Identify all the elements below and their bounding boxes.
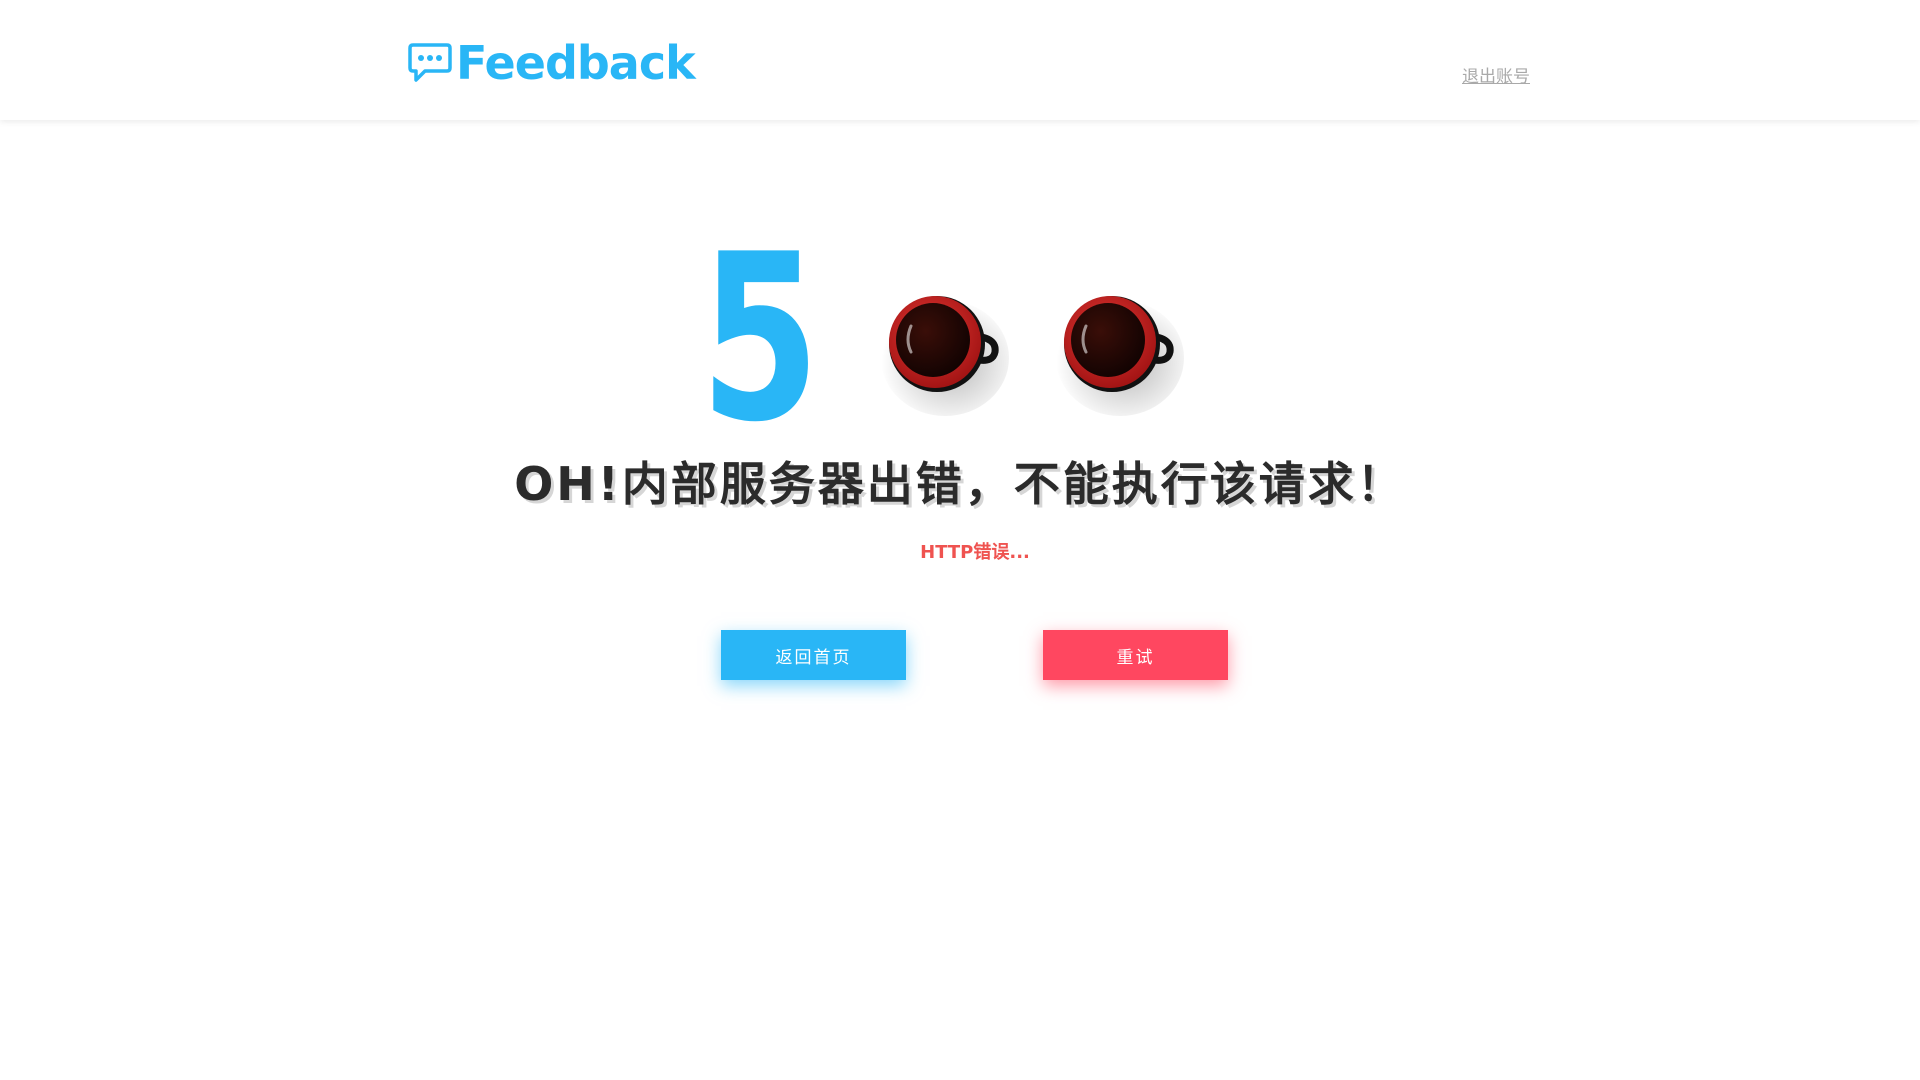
top-header: Feedback 退出账号 bbox=[0, 0, 1920, 120]
coffee-cup-icon bbox=[1056, 296, 1184, 416]
feedback-logo[interactable]: Feedback bbox=[408, 36, 696, 90]
error-code-digit: 5 bbox=[700, 240, 820, 430]
retry-button[interactable]: 重试 bbox=[1043, 630, 1228, 680]
error-headline: OH!内部服务器出错，不能执行该请求！ bbox=[514, 457, 1406, 511]
back-home-button[interactable]: 返回首页 bbox=[721, 630, 906, 680]
logout-link[interactable]: 退出账号 bbox=[1462, 62, 1530, 87]
error-500-graphic: 5 bbox=[690, 240, 1210, 440]
digit-five: 5 bbox=[700, 240, 820, 430]
logo-text: Feedback bbox=[456, 36, 696, 90]
error-detail: HTTP错误... bbox=[920, 542, 1030, 563]
coffee-cup-icon bbox=[881, 296, 1009, 416]
speech-bubble-icon bbox=[408, 43, 452, 82]
